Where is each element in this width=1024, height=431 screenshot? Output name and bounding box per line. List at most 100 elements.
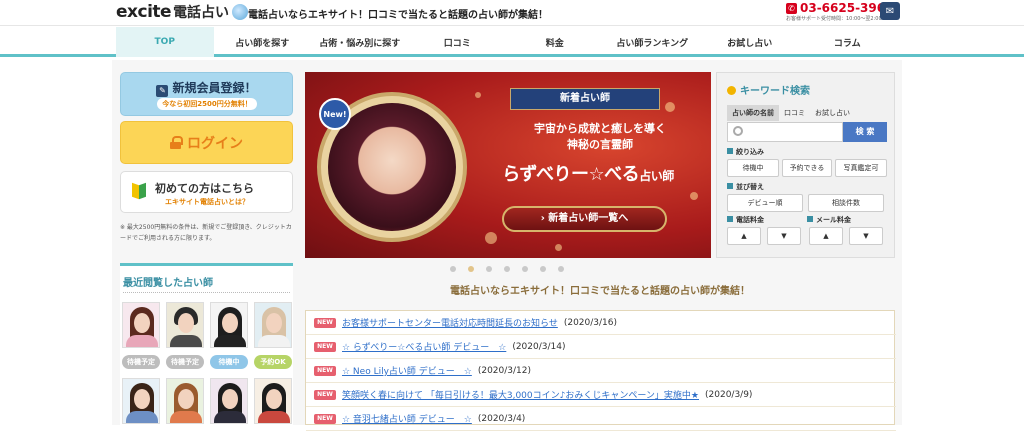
recently-viewed-title: 最近閲覧した占い師 — [123, 278, 213, 289]
fortune-teller-avatar[interactable] — [254, 302, 292, 348]
sort-icon — [727, 183, 733, 189]
divider — [123, 292, 290, 293]
fortune-teller-avatar[interactable] — [166, 302, 204, 348]
hero-banner[interactable]: New! 新着占い師 宇宙から成就と癒しを導く 神秘の言霊師 らずべりー☆べる占… — [305, 72, 711, 258]
login-button[interactable]: ログイン — [120, 121, 293, 164]
new-badge: New! — [319, 98, 351, 130]
news-date: (2020/3/12) — [477, 365, 532, 376]
status-badge: 予約OK — [254, 355, 292, 369]
phone-fee-asc-button[interactable]: ▲ — [727, 227, 761, 245]
logo-excite: excite — [116, 2, 172, 22]
news-link[interactable]: ☆ Neo Lily占い師 デビュー ☆ — [342, 364, 472, 377]
search-tabs: 占い師の名前 口コミ お試し占い — [727, 105, 855, 121]
register-label: 新規会員登録！ — [172, 81, 257, 95]
fortune-teller-avatar[interactable] — [122, 378, 160, 424]
news-item: NEW ☆ Neo Lily占い師 デビュー ☆ (2020/3/12) — [306, 359, 896, 383]
news-date: (2020/3/9) — [705, 389, 753, 400]
first-time-label: 初めての方はこちら — [155, 182, 254, 195]
nav-pricing[interactable]: 料金 — [506, 27, 604, 57]
recently-viewed: 最近閲覧した占い師 待機予定 待機予定 待機中 予約OK — [120, 263, 293, 425]
news-link[interactable]: ☆ 音羽七緒占い師 デビュー ☆ — [342, 412, 472, 425]
fortune-teller-avatar[interactable] — [210, 302, 248, 348]
fortune-teller-avatar[interactable] — [254, 378, 292, 424]
support-phone[interactable]: ✆ 03-6625-3967 — [786, 1, 893, 15]
tab-reviews[interactable]: 口コミ — [779, 105, 810, 121]
beginner-mark-icon — [132, 182, 146, 202]
filter-reservable[interactable]: 予約できる — [782, 159, 832, 177]
banner-ribbon: 新着占い師 — [510, 88, 660, 110]
filter-photo-reading[interactable]: 写真鑑定可 — [835, 159, 887, 177]
carousel-dot[interactable] — [540, 266, 546, 272]
phone-hours: お客様サポート受付時間：10:00～翌2:00 — [786, 16, 882, 22]
news-date: (2020/3/14) — [512, 341, 566, 352]
news-date: (2020/3/16) — [563, 317, 617, 328]
news-item: NEW ☆ らずべりー☆べる占い師 デビュー ☆ (2020/3/14) — [306, 335, 896, 359]
news-list: NEW お客様サポートセンター電話対応時間延長のお知らせ (2020/3/16)… — [305, 310, 896, 431]
search-input[interactable] — [748, 125, 840, 139]
carousel-dots — [450, 266, 576, 272]
carousel-dot[interactable] — [558, 266, 564, 272]
nav-find-fortune-teller[interactable]: 占い師を探す — [214, 27, 312, 57]
fortune-teller-avatar[interactable] — [166, 378, 204, 424]
carousel-dot[interactable] — [522, 266, 528, 272]
search-button[interactable]: 検 索 — [843, 122, 887, 142]
news-link[interactable]: ☆ らずべりー☆べる占い師 デビュー ☆ — [342, 340, 506, 353]
sort-label: 並び替え — [736, 183, 764, 191]
header-tagline: 電話占いならエキサイト！口コミで当たると話題の占い師が集結！ — [248, 10, 548, 21]
carousel-dot[interactable] — [450, 266, 456, 272]
carousel-dot[interactable] — [504, 266, 510, 272]
filter-icon — [727, 148, 733, 154]
new-fortune-tellers-button[interactable]: › 新着占い師一覧へ — [502, 206, 667, 232]
mail-fee-desc-button[interactable]: ▼ — [849, 227, 883, 245]
free-credit-note: ※ 最大2500円無料の条件は、新規でご登録頂き、クレジットカードでご利用される… — [120, 224, 292, 242]
phone-fee-desc-button[interactable]: ▼ — [767, 227, 801, 245]
mail-fee-asc-button[interactable]: ▲ — [809, 227, 843, 245]
keyword-search-panel: キーワード検索 占い師の名前 口コミ お試し占い 検 索 絞り込み 待機中 予約… — [716, 72, 895, 258]
search-box — [727, 122, 843, 142]
status-badge: 待機予定 — [166, 355, 204, 369]
site-logo[interactable]: excite 電話占い — [116, 1, 249, 23]
pencil-icon: ✎ — [156, 85, 169, 97]
mail-icon — [807, 216, 813, 222]
tab-name[interactable]: 占い師の名前 — [727, 105, 779, 121]
news-item: NEW お客様サポートセンター電話対応時間延長のお知らせ (2020/3/16) — [306, 311, 896, 335]
status-badge: 待機予定 — [122, 355, 160, 369]
banner-catch-1: 宇宙から成就と癒しを導く — [534, 122, 666, 135]
new-tag: NEW — [314, 389, 336, 400]
register-sub: 今なら初回2500円分無料！ — [157, 98, 257, 110]
nav-column[interactable]: コラム — [799, 27, 897, 57]
mail-fee-label: メール料金 — [816, 216, 851, 224]
sort-consult-count[interactable]: 相談件数 — [808, 194, 884, 212]
new-tag: NEW — [314, 365, 336, 376]
new-tag: NEW — [314, 341, 336, 352]
main-nav: TOP 占い師を探す 占術・悩み別に探す 口コミ 料金 占い師ランキング お試し… — [0, 27, 1024, 57]
register-button[interactable]: ✎ 新規会員登録！ 今なら初回2500円分無料！ — [120, 72, 293, 116]
news-item: NEW 笑顔咲く春に向けて 「毎日引ける！最大3,000コイン♪おみくじキャンペ… — [306, 383, 896, 407]
mail-button[interactable]: ✉ — [880, 2, 900, 20]
fortune-teller-avatar[interactable] — [210, 378, 248, 424]
nav-by-method-concern[interactable]: 占術・悩み別に探す — [311, 27, 409, 57]
nav-top[interactable]: TOP — [116, 27, 214, 57]
nav-reviews[interactable]: 口コミ — [409, 27, 507, 57]
phone-fee-label: 電話料金 — [736, 216, 764, 224]
fortune-teller-avatar[interactable] — [122, 302, 160, 348]
login-label: ログイン — [187, 135, 243, 152]
carousel-dot[interactable] — [486, 266, 492, 272]
nav-trial[interactable]: お試し占い — [701, 27, 799, 57]
filter-waiting[interactable]: 待機中 — [727, 159, 779, 177]
news-item: NEW ☆ 音羽七緒占い師 デビュー ☆ (2020/3/4) — [306, 407, 896, 431]
first-time-sub: エキサイト電話占いとは？ — [165, 198, 249, 206]
news-link[interactable]: 笑顔咲く春に向けて 「毎日引ける！最大3,000コイン♪おみくじキャンペーン」実… — [342, 388, 699, 401]
nav-ranking[interactable]: 占い師ランキング — [604, 27, 702, 57]
carousel-dot-active[interactable] — [468, 266, 474, 272]
sort-debut[interactable]: デビュー順 — [727, 194, 803, 212]
section-tagline: 電話占いならエキサイト！口コミで当たると話題の占い師が集結！ — [450, 286, 750, 297]
new-tag: NEW — [314, 413, 336, 424]
phone-icon: ✆ — [786, 2, 797, 14]
tab-trial[interactable]: お試し占い — [810, 105, 855, 121]
filter-label: 絞り込み — [736, 148, 764, 156]
banner-catch-2: 神秘の言霊師 — [567, 138, 633, 151]
news-link[interactable]: お客様サポートセンター電話対応時間延長のお知らせ — [342, 316, 558, 329]
first-time-button[interactable]: 初めての方はこちら エキサイト電話占いとは？ — [120, 171, 293, 213]
search-icon — [733, 126, 743, 136]
